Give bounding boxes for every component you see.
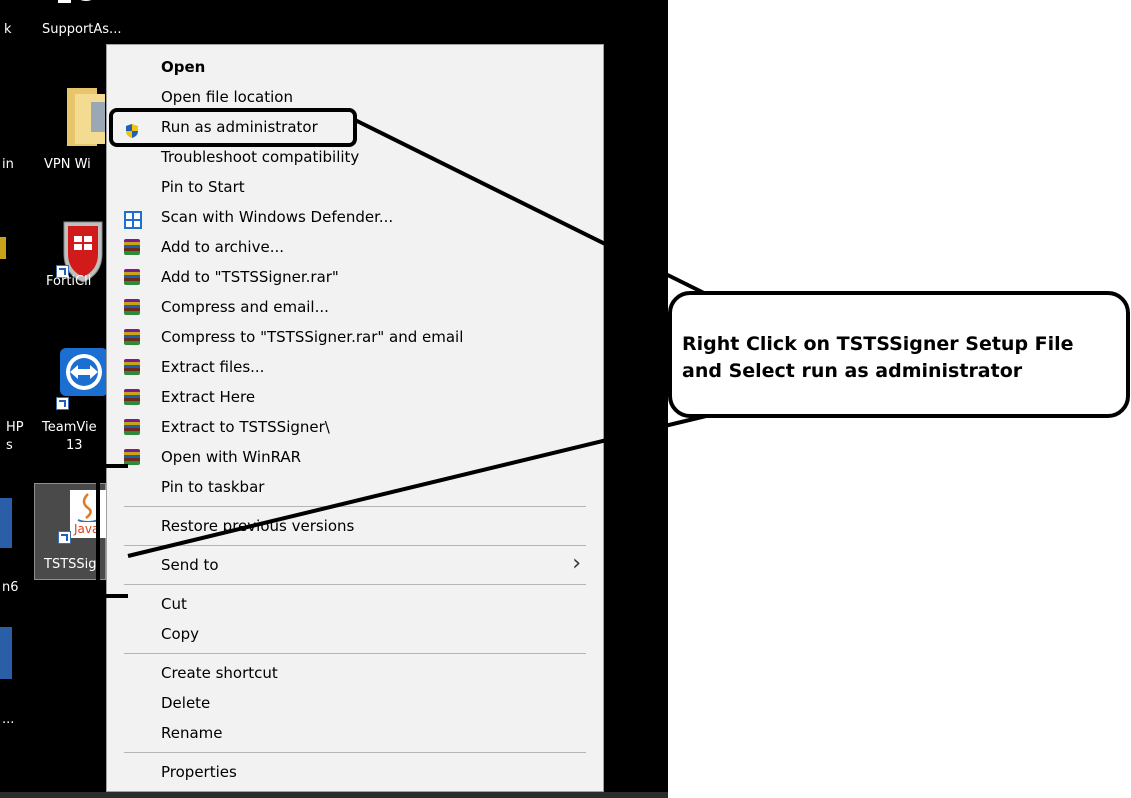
winrar-icon [124, 269, 140, 285]
teamviewer-icon[interactable] [60, 348, 108, 396]
menu-item-run-as-administrator[interactable]: Run as administrator [107, 112, 603, 142]
menu-item-add-to-archive[interactable]: Add to archive... [107, 232, 603, 262]
menu-item-pin-to-start[interactable]: Pin to Start [107, 172, 603, 202]
supportassist-icon[interactable] [58, 0, 102, 10]
menu-item-scan-with-windows-defender[interactable]: Scan with Windows Defender... [107, 202, 603, 232]
callout-text: Right Click on TSTSSigner Setup File and… [682, 331, 1074, 385]
edge-label: k [4, 22, 12, 37]
edge-label: ... [2, 712, 15, 727]
desktop-icon-label-teamviewer-version[interactable]: 13 [66, 438, 83, 454]
java-text: Java [73, 522, 101, 536]
winrar-icon [124, 419, 140, 435]
winrar-icon [124, 329, 140, 345]
shortcut-arrow-icon [56, 397, 69, 410]
taskbar-strip [0, 792, 668, 798]
menu-item-label: Compress and email... [161, 298, 329, 316]
menu-separator [124, 752, 586, 753]
callout-line-1: Right Click on TSTSSigner Setup File [682, 333, 1074, 355]
menu-item-send-to[interactable]: Send to › [107, 550, 603, 580]
desktop-icon-label-vpn[interactable]: VPN Wi [44, 157, 91, 173]
menu-item-label: Rename [161, 724, 223, 742]
menu-item-label: Scan with Windows Defender... [161, 208, 394, 226]
menu-separator [124, 584, 586, 585]
chevron-right-icon: › [572, 551, 581, 576]
menu-item-troubleshoot-compatibility[interactable]: Troubleshoot compatibility [107, 142, 603, 172]
edge-label: s [6, 438, 13, 453]
menu-item-properties[interactable]: Properties [107, 757, 603, 787]
menu-item-label: Troubleshoot compatibility [161, 148, 360, 166]
winrar-icon [124, 449, 140, 465]
menu-item-restore-previous-versions[interactable]: Restore previous versions [107, 511, 603, 541]
menu-item-label: Copy [161, 625, 200, 643]
menu-item-open-with-winrar[interactable]: Open with WinRAR [107, 442, 603, 472]
menu-item-rename[interactable]: Rename [107, 718, 603, 748]
menu-item-extract-files[interactable]: Extract files... [107, 352, 603, 382]
winrar-icon [124, 389, 140, 405]
callout-line-2: and Select run as administrator [682, 360, 1023, 382]
menu-item-label: Open file location [161, 88, 293, 106]
winrar-icon [124, 299, 140, 315]
edge-label: in [2, 157, 14, 172]
menu-item-compress-to-rar-and-email[interactable]: Compress to "TSTSSigner.rar" and email [107, 322, 603, 352]
menu-item-label: Extract files... [161, 358, 265, 376]
menu-separator [124, 545, 586, 546]
menu-item-add-to-rar[interactable]: Add to "TSTSSigner.rar" [107, 262, 603, 292]
folder-icon[interactable] [63, 88, 107, 148]
menu-item-cut[interactable]: Cut [107, 589, 603, 619]
desktop-icon-label-forticlient[interactable]: FortiCli [46, 274, 91, 290]
menu-item-extract-here[interactable]: Extract Here [107, 382, 603, 412]
desktop-icon-label-tstssigner[interactable]: TSTSSig [44, 557, 97, 573]
menu-item-label: Extract to TSTSSigner\ [161, 418, 330, 436]
menu-item-pin-to-taskbar[interactable]: Pin to taskbar [107, 472, 603, 502]
menu-item-label: Add to archive... [161, 238, 284, 256]
shortcut-arrow-icon [58, 531, 71, 544]
menu-item-label: Cut [161, 595, 187, 613]
menu-item-create-shortcut[interactable]: Create shortcut [107, 658, 603, 688]
menu-item-label: Pin to taskbar [161, 478, 265, 496]
desktop-icon-label-supportassist[interactable]: SupportAs... [42, 22, 121, 38]
menu-item-label: Open [161, 58, 206, 76]
menu-item-label: Pin to Start [161, 178, 245, 196]
edge-label: HP [6, 420, 24, 435]
menu-item-label: Create shortcut [161, 664, 278, 682]
menu-separator [124, 506, 586, 507]
uac-shield-icon [124, 119, 140, 138]
menu-item-label: Extract Here [161, 388, 256, 406]
menu-item-label: Delete [161, 694, 211, 712]
winrar-icon [124, 239, 140, 255]
desktop-icon-label-teamviewer[interactable]: TeamVie [42, 420, 97, 436]
windows-defender-icon [124, 209, 142, 229]
menu-item-open-file-location[interactable]: Open file location [107, 82, 603, 112]
winrar-icon [124, 359, 140, 375]
menu-item-label: Compress to "TSTSSigner.rar" and email [161, 328, 464, 346]
menu-separator [124, 653, 586, 654]
menu-item-label: Send to [161, 556, 219, 574]
menu-item-open[interactable]: Open [107, 52, 603, 82]
partial-icon [0, 498, 12, 548]
menu-item-label: Add to "TSTSSigner.rar" [161, 268, 339, 286]
menu-item-extract-to-folder[interactable]: Extract to TSTSSigner\ [107, 412, 603, 442]
menu-item-delete[interactable]: Delete [107, 688, 603, 718]
partial-icon [0, 627, 12, 679]
partial-icon [0, 237, 6, 259]
annotation-callout: Right Click on TSTSSigner Setup File and… [668, 291, 1130, 418]
edge-label: n6 [2, 580, 19, 595]
menu-item-label: Restore previous versions [161, 517, 355, 535]
menu-item-copy[interactable]: Copy [107, 619, 603, 649]
menu-item-compress-and-email[interactable]: Compress and email... [107, 292, 603, 322]
context-menu: Open Open file location Run as administr… [106, 44, 604, 792]
menu-item-label: Properties [161, 763, 237, 781]
menu-item-label: Open with WinRAR [161, 448, 302, 466]
menu-item-label: Run as administrator [161, 118, 318, 136]
